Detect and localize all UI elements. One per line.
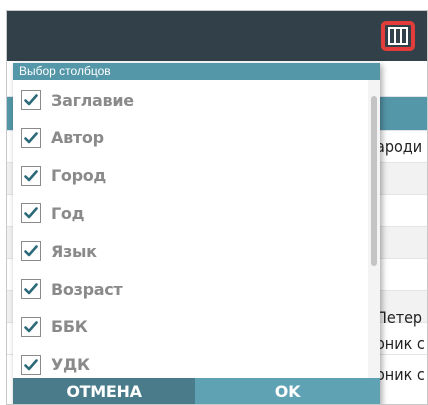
- column-checkbox[interactable]: [21, 203, 41, 224]
- checkmark-icon: [24, 358, 38, 370]
- checkmark-icon: [24, 169, 38, 181]
- column-option[interactable]: ББК: [21, 313, 88, 341]
- column-option[interactable]: Автор: [21, 124, 104, 152]
- checkmark-icon: [24, 94, 38, 106]
- column-option[interactable]: Язык: [21, 237, 97, 265]
- ok-button[interactable]: OK: [195, 378, 380, 404]
- column-checkbox[interactable]: [21, 165, 41, 186]
- app-window: ароди Петер оник с оник с Выбор столбцов…: [6, 10, 428, 405]
- column-option-label: Город: [51, 166, 107, 186]
- column-option-label: Возраст: [51, 279, 123, 299]
- column-option[interactable]: УДК: [21, 351, 90, 378]
- column-checkbox[interactable]: [21, 279, 41, 299]
- column-option-label: ББК: [51, 317, 88, 337]
- checkmark-icon: [24, 245, 38, 257]
- column-checkbox[interactable]: [21, 241, 41, 262]
- checkmark-icon: [24, 283, 38, 295]
- column-option[interactable]: Город: [21, 162, 106, 190]
- column-option[interactable]: Заглавие: [21, 86, 134, 114]
- table-cell: ароди: [376, 137, 423, 156]
- column-checkbox[interactable]: [21, 354, 41, 375]
- top-toolbar: [7, 11, 427, 61]
- column-option[interactable]: Год: [21, 199, 85, 227]
- column-checkbox[interactable]: [21, 127, 41, 148]
- column-option-label: Заглавие: [51, 90, 134, 110]
- column-option[interactable]: Возраст: [21, 275, 123, 303]
- column-option-label: Автор: [51, 128, 104, 148]
- scrollbar[interactable]: [368, 80, 380, 378]
- column-option-label: Год: [51, 203, 85, 223]
- checkmark-icon: [24, 131, 38, 144]
- table-cell: оник с: [376, 334, 425, 353]
- table-cell: оник с: [376, 365, 425, 384]
- column-checkbox[interactable]: [21, 316, 41, 337]
- cancel-button[interactable]: ОТМЕНА: [13, 378, 195, 404]
- dialog-title: Выбор столбцов: [13, 63, 380, 80]
- dialog-footer: ОТМЕНА OK: [13, 378, 380, 404]
- scroll-thumb[interactable]: [371, 96, 377, 266]
- columns-button[interactable]: [381, 21, 415, 51]
- checkmark-icon: [24, 320, 38, 333]
- column-options-list[interactable]: Заглавие Автор Город Год Язык Возраст ББК УДК: [13, 80, 380, 378]
- columns-icon: [388, 27, 408, 45]
- checkmark-icon: [24, 207, 38, 219]
- column-checkbox[interactable]: [21, 90, 41, 110]
- column-chooser-dialog: Выбор столбцов Заглавие Автор Город Год Язык…: [13, 63, 380, 404]
- column-option-label: Язык: [51, 241, 97, 261]
- column-option-label: УДК: [51, 355, 90, 375]
